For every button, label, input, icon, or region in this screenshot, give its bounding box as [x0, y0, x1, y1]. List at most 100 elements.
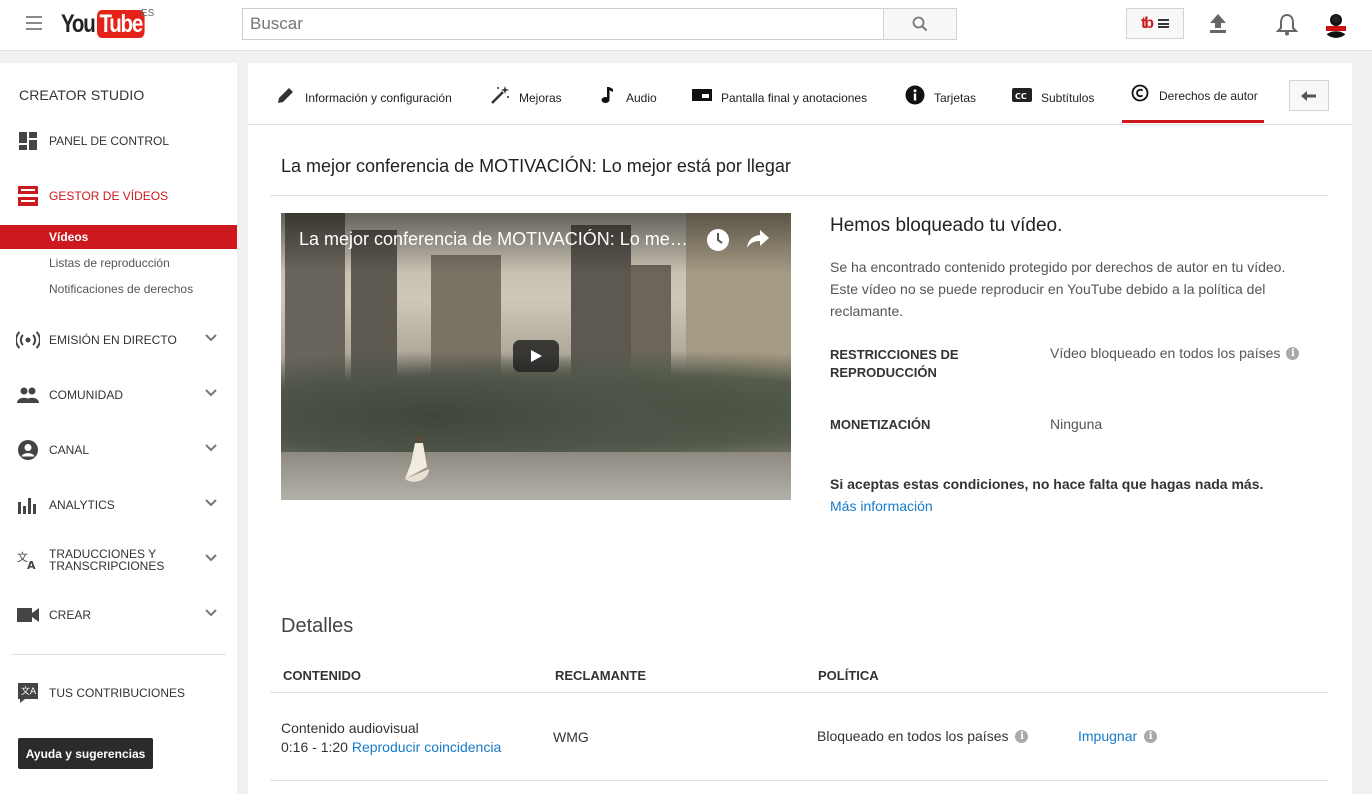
chevron-down-icon[interactable] [205, 609, 217, 617]
sidebar-item-label: TUS CONTRIBUCIONES [49, 686, 186, 700]
column-header-policy: POLÍTICA [818, 668, 879, 683]
sidebar-item-analytics[interactable]: ANALYTICS [0, 490, 237, 520]
svg-text:A: A [27, 559, 36, 570]
svg-text:CC: CC [1015, 92, 1027, 101]
camera-icon [16, 604, 40, 626]
info-icon [905, 85, 925, 105]
chevron-down-icon[interactable] [205, 444, 217, 452]
sidebar-subitem-rights-notifications[interactable]: Notificaciones de derechos [0, 277, 237, 301]
search-input[interactable] [242, 8, 884, 40]
sidebar-item-label: CREAR [49, 608, 92, 622]
tab-subtitles[interactable]: CC Subtítulos [1012, 83, 1094, 123]
logo-you-text: You [61, 10, 96, 38]
avatar[interactable] [1322, 10, 1350, 38]
creator-studio-sidebar: CREATOR STUDIO PANEL DE CONTROL GESTOR D… [0, 63, 237, 794]
sidebar-item-label: ANALYTICS [49, 498, 115, 512]
sidebar-item-translations[interactable]: 文A TRADUCCIONES Y TRANSCRIPCIONES [0, 545, 237, 575]
claim-time-row: 0:16 - 1:20 Reproducir coincidencia [281, 739, 501, 755]
play-match-link[interactable]: Reproducir coincidencia [352, 739, 501, 755]
tab-label: Audio [626, 91, 657, 105]
youtube-logo[interactable]: You Tube ES [61, 8, 155, 40]
sidebar-item-label: GESTOR DE VÍDEOS [49, 189, 169, 203]
blocked-heading: Hemos bloqueado tu vídeo. [830, 215, 1063, 236]
upload-icon[interactable] [1208, 12, 1228, 34]
info-icon[interactable]: i [1286, 346, 1300, 360]
chevron-down-icon[interactable] [205, 389, 217, 397]
dispute-link[interactable]: Impugnar [1078, 728, 1137, 744]
chevron-down-icon[interactable] [205, 554, 217, 562]
column-header-claimant: RECLAMANTE [555, 668, 646, 683]
page-title: La mejor conferencia de MOTIVACIÓN: Lo m… [281, 156, 791, 176]
sidebar-item-dashboard[interactable]: PANEL DE CONTROL [0, 126, 237, 156]
player-title[interactable]: La mejor conferencia de MOTIVACIÓN: Lo m… [299, 229, 691, 250]
tab-label: Derechos de autor [1159, 89, 1258, 103]
tab-label: Pantalla final y anotaciones [721, 91, 868, 105]
video-player[interactable]: La mejor conferencia de MOTIVACIÓN: Lo m… [281, 213, 791, 500]
tab-copyright[interactable]: Derechos de autor [1122, 83, 1264, 123]
logo-tube-text: Tube [97, 10, 145, 38]
info-icon[interactable]: i [1015, 729, 1029, 743]
restrictions-value-row: Vídeo bloqueado en todos los países i [1050, 345, 1300, 361]
tab-info-settings[interactable]: Información y configuración [276, 83, 452, 123]
tab-label: Información y configuración [305, 91, 452, 105]
share-icon[interactable] [746, 228, 770, 250]
tab-enhancements[interactable]: Mejoras [490, 83, 562, 123]
sidebar-item-contributions[interactable]: 文A TUS CONTRIBUCIONES [0, 678, 237, 708]
tab-cards[interactable]: Tarjetas [905, 83, 976, 123]
tab-audio[interactable]: Audio [597, 83, 657, 123]
sidebar-item-live[interactable]: EMISIÓN EN DIRECTO [0, 325, 237, 355]
chevron-down-icon[interactable] [205, 334, 217, 342]
sidebar-item-video-manager[interactable]: GESTOR DE VÍDEOS [0, 181, 237, 211]
sidebar-subitem-videos[interactable]: Vídeos [0, 225, 237, 249]
live-icon [16, 329, 40, 351]
channel-icon [16, 439, 40, 461]
back-button[interactable] [1289, 80, 1329, 111]
country-code: ES [141, 8, 155, 19]
tab-label: Mejoras [519, 91, 562, 105]
notifications-bell-icon[interactable] [1276, 12, 1298, 36]
claim-content-type: Contenido audiovisual [281, 720, 419, 736]
accept-conditions-text: Si aceptas estas condiciones, no hace fa… [830, 476, 1264, 492]
contributions-icon: 文A [16, 682, 40, 704]
tab-label: Tarjetas [934, 91, 977, 105]
monetization-label: MONETIZACIÓN [830, 417, 931, 432]
search-button[interactable] [883, 8, 957, 40]
restrictions-label: RESTRICCIONES DE REPRODUCCIÓN [830, 347, 959, 380]
sidebar-item-label: PANEL DE CONTROL [49, 134, 170, 148]
sidebar-item-label: COMUNIDAD [49, 388, 123, 402]
pencil-icon [276, 85, 296, 105]
tubebuddy-button[interactable]: tb [1126, 8, 1184, 39]
arrow-left-icon [1301, 90, 1316, 101]
tubebuddy-icon: tb [1140, 14, 1154, 32]
claim-policy: Bloqueado en todos los países [817, 728, 1009, 744]
blocked-description: Se ha encontrado contenido protegido por… [830, 259, 1286, 319]
chevron-down-icon[interactable] [205, 499, 217, 507]
watch-later-icon[interactable] [706, 228, 730, 252]
sidebar-item-create[interactable]: CREAR [0, 600, 237, 630]
sidebar-item-channel[interactable]: CANAL [0, 435, 237, 465]
dispute-row: Impugnar i [1078, 728, 1158, 744]
claim-policy-row: Bloqueado en todos los países i [817, 728, 1029, 744]
claimant-name: WMG [553, 729, 589, 745]
sidebar-subitem-playlists[interactable]: Listas de reproducción [0, 251, 237, 275]
tab-end-screen[interactable]: Pantalla final y anotaciones [692, 83, 867, 123]
translate-icon: 文A [16, 549, 40, 571]
main-panel: Información y configuración Mejoras Audi… [248, 63, 1352, 794]
menu-icon[interactable] [26, 16, 42, 30]
svg-text:文A: 文A [21, 685, 37, 697]
help-feedback-button[interactable]: Ayuda y sugerencias [18, 738, 153, 769]
restrictions-value: Vídeo bloqueado en todos los países [1050, 345, 1281, 361]
claim-time-range: 0:16 - 1:20 [281, 739, 348, 755]
divider [270, 195, 1329, 196]
more-info-link[interactable]: Más información [830, 498, 933, 514]
sidebar-item-label: EMISIÓN EN DIRECTO [49, 333, 177, 347]
analytics-icon [16, 494, 40, 516]
info-icon[interactable]: i [1144, 729, 1158, 743]
sidebar-item-label: TRADUCCIONES Y TRANSCRIPCIONES [49, 547, 165, 573]
sidebar-item-community[interactable]: COMUNIDAD [0, 380, 237, 410]
sidebar-divider [11, 654, 226, 655]
magic-wand-icon [490, 85, 510, 105]
play-icon [531, 350, 542, 362]
play-button[interactable] [513, 340, 559, 372]
cc-icon: CC [1012, 85, 1032, 105]
